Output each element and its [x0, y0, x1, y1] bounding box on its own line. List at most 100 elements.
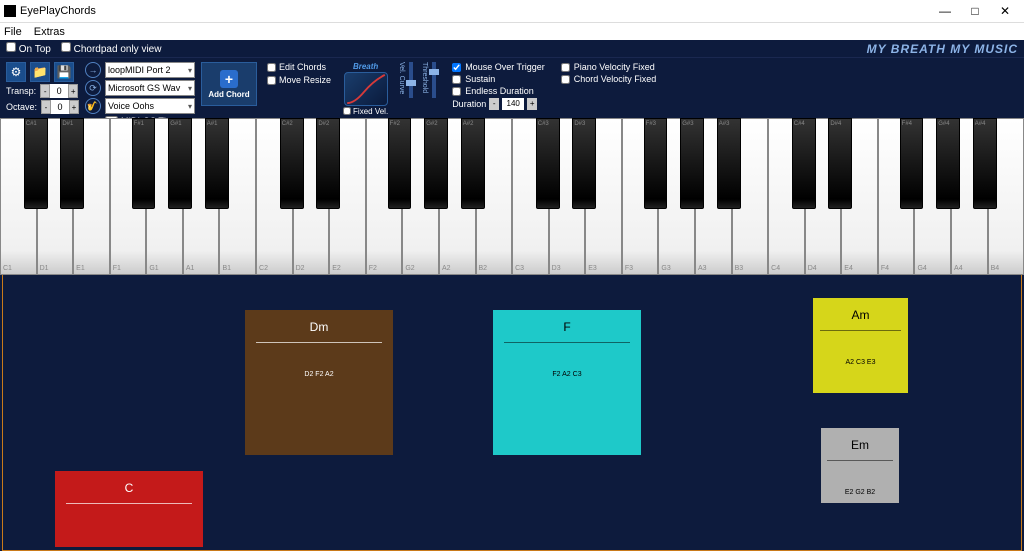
black-key-F#3[interactable]: F#3 [644, 118, 668, 209]
black-key-G#4[interactable]: G#4 [936, 118, 960, 209]
transpose-label: Transp: [6, 86, 36, 96]
refresh-icon[interactable]: ⟳ [85, 80, 101, 96]
settings-icon[interactable]: ⚙ [6, 62, 26, 82]
white-key-label: B2 [479, 265, 488, 272]
midi-in-icon[interactable]: → [85, 62, 101, 78]
duration-minus[interactable]: - [489, 98, 499, 110]
duration-plus[interactable]: + [527, 98, 537, 110]
black-key-label: G#4 [938, 121, 949, 127]
octave-spinner[interactable]: -0+ [41, 100, 79, 114]
endless-duration-checkbox[interactable]: Endless Duration [452, 86, 545, 96]
chord-pad-F[interactable]: F F2 A2 C3 [493, 310, 641, 455]
white-key-label: E2 [332, 265, 341, 272]
ontop-checkbox[interactable]: On Top [6, 42, 51, 55]
black-key-A#2[interactable]: A#2 [461, 118, 485, 209]
move-resize-checkbox[interactable]: Move Resize [267, 75, 331, 85]
black-key-G#2[interactable]: G#2 [424, 118, 448, 209]
black-key-G#1[interactable]: G#1 [168, 118, 192, 209]
breath-curve-display[interactable] [344, 72, 388, 106]
sustain-checkbox[interactable]: Sustain [452, 74, 545, 84]
black-key-label: A#3 [719, 121, 730, 127]
chord-notes: F2 A2 C3 [552, 371, 581, 378]
black-key-label: G#3 [682, 121, 693, 127]
chord-divider [66, 503, 192, 504]
fixed-vel-checkbox[interactable]: Fixed Vel. [343, 107, 388, 116]
white-key-label: F2 [369, 265, 377, 272]
window-title: EyePlayChords [20, 5, 930, 17]
chord-divider [256, 342, 382, 343]
white-key-label: D3 [552, 265, 561, 272]
chord-pad-area[interactable]: DmD2 F2 A2 F F2 A2 C3 Am A2 C3 E3 Em E2 G2 B2 C [2, 275, 1022, 551]
transpose-spinner[interactable]: -0+ [40, 84, 78, 98]
menu-file[interactable]: File [4, 26, 22, 38]
black-key-C#2[interactable]: C#2 [280, 118, 304, 209]
chord-pad-Am[interactable]: Am A2 C3 E3 [813, 298, 908, 393]
save-icon[interactable]: 💾 [54, 62, 74, 82]
top-options-bar: On Top Chordpad only view MY BREATH MY M… [0, 40, 1024, 58]
black-key-label: D#1 [62, 121, 73, 127]
white-key-label: D1 [40, 265, 49, 272]
black-key-F#2[interactable]: F#2 [388, 118, 412, 209]
maximize-button[interactable]: □ [960, 4, 990, 18]
black-key-label: G#2 [426, 121, 437, 127]
vel-curve-slider[interactable] [409, 62, 413, 98]
mouse-over-trigger-checkbox[interactable]: Mouse Over Trigger [452, 62, 545, 72]
chordpad-only-checkbox[interactable]: Chordpad only view [61, 42, 162, 55]
chord-notes: E2 G2 B2 [845, 489, 875, 496]
threshold-slider[interactable] [432, 62, 436, 98]
black-key-label: C#4 [794, 121, 805, 127]
window-titlebar: EyePlayChords — □ ✕ [0, 0, 1024, 22]
black-key-label: F#4 [902, 121, 912, 127]
chord-pad-Em[interactable]: Em E2 G2 B2 [821, 428, 899, 503]
black-key-label: A#1 [207, 121, 218, 127]
black-key-G#3[interactable]: G#3 [680, 118, 704, 209]
black-key-F#1[interactable]: F#1 [132, 118, 156, 209]
chord-notes: A2 C3 E3 [846, 359, 876, 366]
piano-velocity-fixed-checkbox[interactable]: Piano Velocity Fixed [561, 62, 657, 72]
instrument-icon[interactable]: 🎷 [85, 98, 101, 114]
white-key-label: F1 [113, 265, 121, 272]
threshold-label: Threshold [421, 62, 428, 93]
breath-label: Breath [353, 62, 378, 71]
chord-divider [820, 330, 901, 331]
black-key-C#1[interactable]: C#1 [24, 118, 48, 209]
black-key-A#3[interactable]: A#3 [717, 118, 741, 209]
white-key-label: G2 [405, 265, 414, 272]
minimize-button[interactable]: — [930, 4, 960, 18]
edit-chords-checkbox[interactable]: Edit Chords [267, 62, 331, 72]
chord-pad-Dm[interactable]: DmD2 F2 A2 [245, 310, 393, 455]
black-key-D#1[interactable]: D#1 [60, 118, 84, 209]
black-key-label: D#4 [830, 121, 841, 127]
black-key-A#1[interactable]: A#1 [205, 118, 229, 209]
white-key-label: A3 [698, 265, 707, 272]
black-key-label: A#2 [463, 121, 474, 127]
chord-name: Am [852, 308, 870, 322]
white-key-label: A2 [442, 265, 451, 272]
white-key-label: C2 [259, 265, 268, 272]
black-key-C#3[interactable]: C#3 [536, 118, 560, 209]
black-key-label: C#3 [538, 121, 549, 127]
chord-pad-C[interactable]: C [55, 471, 203, 547]
black-key-D#2[interactable]: D#2 [316, 118, 340, 209]
black-key-label: A#4 [975, 121, 986, 127]
chord-name: Em [851, 438, 869, 452]
vel-curve-label: Vel. Curve [398, 62, 405, 94]
black-key-label: F#3 [646, 121, 656, 127]
soundfont-dropdown[interactable]: Microsoft GS Wav▾ [105, 80, 195, 96]
black-key-F#4[interactable]: F#4 [900, 118, 924, 209]
black-key-C#4[interactable]: C#4 [792, 118, 816, 209]
add-chord-button[interactable]: + Add Chord [201, 62, 257, 106]
voice-dropdown[interactable]: Voice Oohs▾ [105, 98, 195, 114]
open-icon[interactable]: 📁 [30, 62, 50, 82]
midi-port-dropdown[interactable]: loopMIDI Port 2▾ [105, 62, 195, 78]
black-key-D#4[interactable]: D#4 [828, 118, 852, 209]
duration-value: 140 [502, 98, 524, 110]
chord-name: C [125, 481, 134, 495]
close-button[interactable]: ✕ [990, 4, 1020, 18]
menu-extras[interactable]: Extras [34, 26, 65, 38]
chord-velocity-fixed-checkbox[interactable]: Chord Velocity Fixed [561, 74, 657, 84]
white-key-label: B1 [222, 265, 231, 272]
black-key-D#3[interactable]: D#3 [572, 118, 596, 209]
chord-name: F [563, 320, 570, 334]
black-key-A#4[interactable]: A#4 [973, 118, 997, 209]
